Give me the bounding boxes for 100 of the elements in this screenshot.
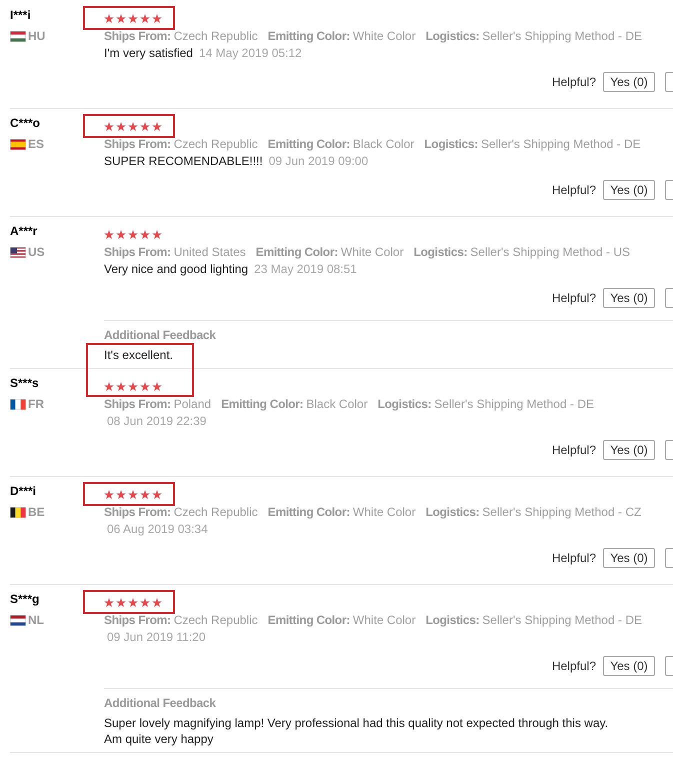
- star-icon: [116, 122, 126, 132]
- star-icon: [152, 382, 162, 392]
- yes-button[interactable]: Yes (0): [603, 72, 655, 92]
- star-icon: [140, 230, 150, 240]
- country-code: HU: [28, 29, 46, 43]
- flag-icon: [10, 246, 26, 258]
- star-icon: [104, 14, 114, 24]
- attribute-label: Emitting Color:: [221, 396, 304, 412]
- attribute-label: Ships From:: [104, 396, 171, 412]
- star-icon: [128, 230, 138, 240]
- review-date: 14 May 2019 05:12: [198, 44, 302, 62]
- attribute-label: Ships From:: [104, 244, 171, 260]
- star-icon: [104, 122, 114, 132]
- country-code: NL: [28, 613, 44, 627]
- helpful-label: Helpful?: [552, 658, 596, 675]
- flag-icon: [10, 138, 26, 150]
- attribute-value: White Color: [352, 28, 416, 44]
- review-comment: SUPER RECOMENDABLE!!!!: [104, 152, 263, 170]
- yes-button[interactable]: Yes (0): [603, 288, 655, 308]
- star-icon: [140, 598, 150, 608]
- reviewer-name: S***g: [10, 591, 40, 607]
- star-icon: [116, 382, 126, 392]
- country-code: FR: [28, 397, 44, 411]
- attribute-label: Ships From:: [104, 136, 171, 152]
- country-code: BE: [28, 505, 45, 519]
- attribute-value: Czech Republic: [174, 612, 258, 628]
- helpful-label: Helpful?: [552, 182, 596, 199]
- country-code: ES: [28, 137, 44, 151]
- star-icon: [140, 14, 150, 24]
- review-date: 08 Jun 2019 22:39: [107, 412, 206, 430]
- star-icon: [104, 230, 114, 240]
- helpful-label: Helpful?: [552, 550, 596, 567]
- star-icon: [104, 490, 114, 500]
- review-comment: Very nice and good lighting: [104, 260, 248, 278]
- yes-button[interactable]: Yes (0): [603, 180, 655, 200]
- attribute-value: Black Color: [306, 396, 368, 412]
- clipped-button[interactable]: [665, 548, 673, 568]
- star-icon: [116, 490, 126, 500]
- star-icon: [152, 122, 162, 132]
- feedback-label: Additional Feedback: [104, 695, 216, 711]
- star-icon: [152, 490, 162, 500]
- clipped-button[interactable]: [665, 440, 673, 460]
- feedback-label: Additional Feedback: [104, 327, 216, 343]
- clipped-button[interactable]: [665, 288, 673, 308]
- yes-button[interactable]: Yes (0): [603, 656, 655, 676]
- yes-button[interactable]: Yes (0): [603, 548, 655, 568]
- reviewer-name: S***s: [10, 375, 39, 391]
- feedback-text: Super lovely magnifying lamp! Very professional had this quality not expected through this way. Am quite very happy: [104, 715, 610, 747]
- helpful-label: Helpful?: [552, 442, 596, 459]
- attribute-value: Seller's Shipping Method - DE: [480, 136, 641, 152]
- attribute-label: Ships From:: [104, 504, 171, 520]
- attribute-label: Emitting Color:: [268, 612, 350, 628]
- reviewer-name: I***i: [10, 7, 31, 23]
- attribute-value: Czech Republic: [174, 136, 258, 152]
- attribute-value: Czech Republic: [174, 28, 258, 44]
- star-icon: [116, 230, 126, 240]
- yes-button[interactable]: Yes (0): [603, 440, 655, 460]
- attribute-value: United States: [174, 244, 246, 260]
- star-icon: [104, 598, 114, 608]
- star-icon: [152, 14, 162, 24]
- attribute-label: Logistics:: [426, 612, 480, 628]
- attribute-label: Emitting Color:: [268, 136, 350, 152]
- star-icon: [128, 122, 138, 132]
- attribute-label: Logistics:: [378, 396, 432, 412]
- attribute-value: Seller's Shipping Method - DE: [482, 612, 642, 628]
- star-icon: [116, 14, 126, 24]
- star-icon: [128, 14, 138, 24]
- star-icon: [140, 122, 150, 132]
- review-comment: I'm very satisfied: [104, 44, 193, 62]
- reviewer-name: D***i: [10, 483, 36, 499]
- clipped-button[interactable]: [665, 656, 673, 676]
- country-code: US: [28, 245, 45, 259]
- attribute-label: Ships From:: [104, 612, 171, 628]
- star-icon: [116, 598, 126, 608]
- star-icon: [104, 382, 114, 392]
- attribute-value: Black Color: [352, 136, 414, 152]
- clipped-button[interactable]: [665, 72, 673, 92]
- star-icon: [152, 230, 162, 240]
- attribute-label: Logistics:: [424, 136, 478, 152]
- clipped-button[interactable]: [665, 180, 673, 200]
- attribute-value: Seller's Shipping Method - US: [470, 244, 630, 260]
- review-date: 09 Jun 2019 11:20: [107, 628, 206, 646]
- attribute-label: Logistics:: [426, 28, 480, 44]
- review-date: 06 Aug 2019 03:34: [107, 520, 208, 538]
- flag-icon: [10, 30, 26, 42]
- star-icon: [140, 490, 150, 500]
- star-icon: [152, 598, 162, 608]
- attribute-label: Logistics:: [414, 244, 468, 260]
- attribute-label: Emitting Color:: [256, 244, 338, 260]
- reviewer-name: C***o: [10, 115, 40, 131]
- star-icon: [140, 382, 150, 392]
- star-icon: [128, 598, 138, 608]
- review-date: 23 May 2019 08:51: [254, 260, 357, 278]
- attribute-value: Seller's Shipping Method - CZ: [482, 504, 642, 520]
- attribute-value: Seller's Shipping Method - DE: [434, 396, 594, 412]
- attribute-value: White Color: [352, 504, 416, 520]
- review-date: 09 Jun 2019 09:00: [268, 152, 368, 170]
- attribute-value: Czech Republic: [174, 504, 258, 520]
- attribute-value: Seller's Shipping Method - DE: [482, 28, 642, 44]
- reviewer-name: A***r: [10, 223, 38, 239]
